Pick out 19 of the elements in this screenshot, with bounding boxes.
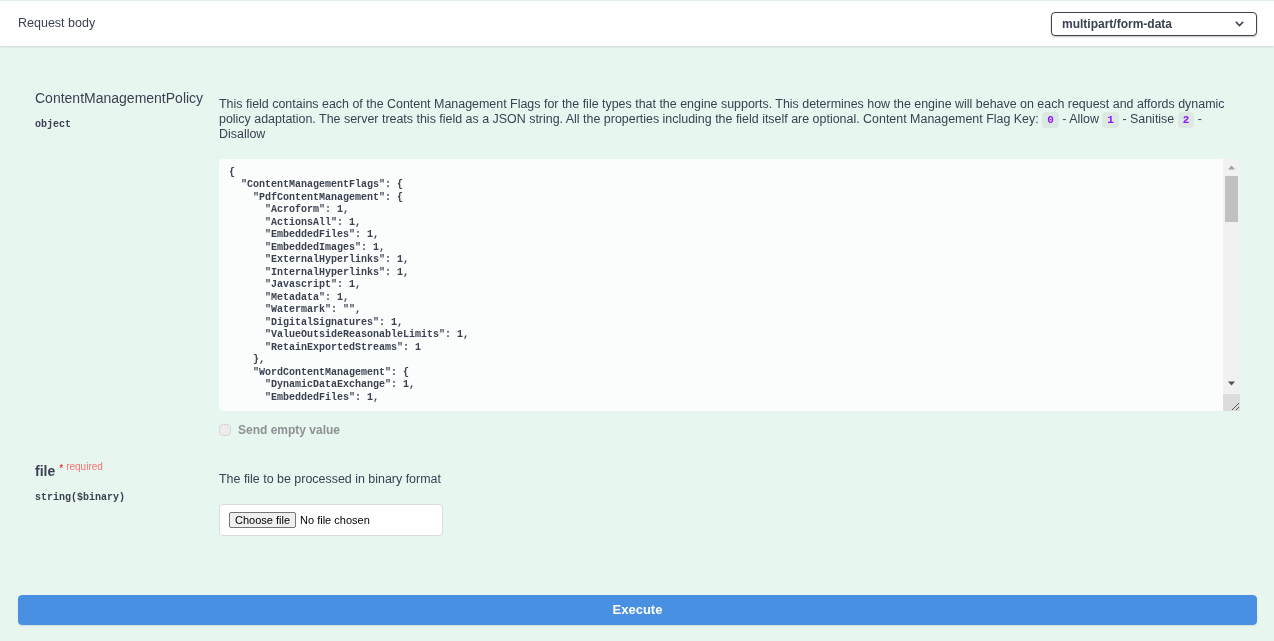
required-asterisk: * — [59, 462, 64, 474]
file-status-text: No file chosen — [300, 512, 370, 528]
content-type-select[interactable]: multipart/form-data — [1051, 11, 1257, 36]
send-empty-value-label: Send empty value — [238, 422, 341, 437]
file-upload-field[interactable]: Choose file No file chosen — [219, 504, 443, 536]
section-title: Request body — [18, 15, 96, 33]
parameter-type: object — [35, 119, 71, 131]
resize-handle-icon[interactable] — [1223, 393, 1240, 411]
field-description: This field contains each of the Content Management Flags for the file types that the engine supports. This determines how the engine will behave on each request and affords dynamic policy adaptation. The server treats this field as a JSON string. All the properties including the field itself are optional. Content Management Flag Key: 0 - Allow 1 - Sanitise 2 - Disallow — [219, 97, 1226, 142]
field-description: The file to be processed in binary format — [219, 471, 442, 486]
parameter-name: file — [35, 462, 56, 479]
vertical-scrollbar[interactable] — [1223, 158, 1240, 411]
required-label: required — [66, 460, 103, 472]
parameter-name: ContentManagementPolicy — [35, 90, 204, 106]
choose-file-button[interactable]: Choose file — [229, 512, 297, 528]
scrollbar-thumb[interactable] — [1225, 175, 1238, 222]
chevron-down-icon — [1235, 20, 1244, 27]
parameter-type: string($binary) — [35, 491, 125, 504]
json-body-field[interactable]: { "ContentManagementFlags": { "PdfContentManagement": { "Acroform": 1, "ActionsAll": 1, "EmbeddedFiles": 1, "EmbeddedImages": 1, "ExternalHyperlinks": 1, "InternalHyperlinks": 1, "Javascript": 1, "Metadata": 1, "Watermark": "", "DigitalSignatures": 1, "ValueOutsideReasonableLimits": 1, "RetainExportedStreams": 1 }, "WordContentManagement": { "DynamicDataExchange": 1, "EmbeddedFiles": 1, — [219, 158, 1223, 411]
